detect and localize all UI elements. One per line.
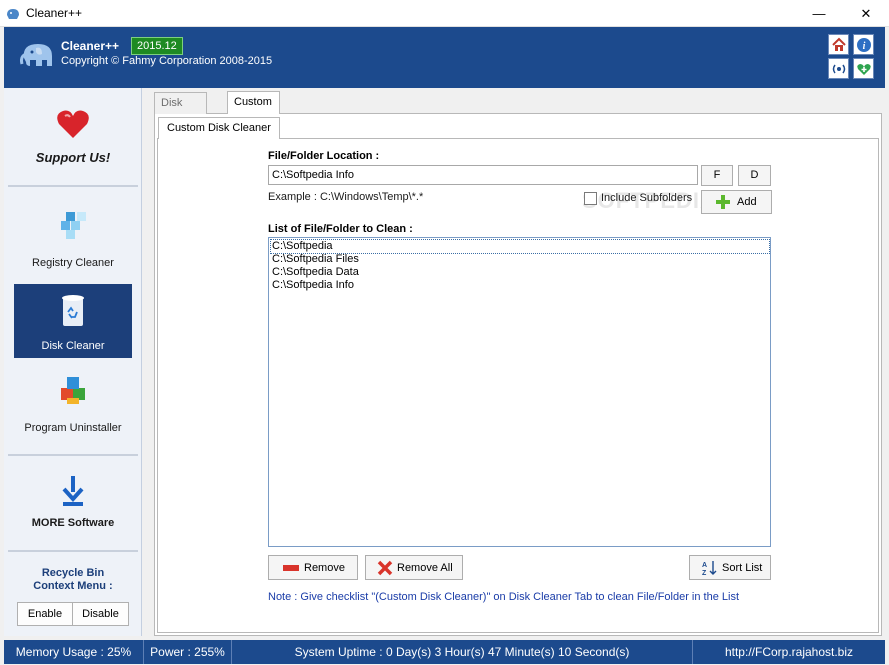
app-name: Cleaner++: [61, 39, 120, 53]
location-input[interactable]: [268, 165, 698, 185]
info-icon: i: [857, 38, 871, 52]
list-item[interactable]: C:\Softpedia: [270, 239, 770, 254]
sidebar-divider: [8, 550, 138, 552]
website-link[interactable]: http://FCorp.rajahost.biz: [693, 640, 885, 664]
system-uptime: System Uptime : 0 Day(s) 3 Hour(s) 47 Mi…: [232, 640, 693, 664]
file-folder-list[interactable]: C:\Softpedia C:\Softpedia Files C:\Softp…: [268, 237, 771, 547]
donate-button[interactable]: [853, 58, 874, 79]
sidebar: Support Us! Registry Cleaner Disk Cleane…: [4, 88, 142, 636]
remove-all-button[interactable]: Remove All: [365, 555, 463, 580]
plus-icon: [716, 195, 730, 209]
browse-file-button[interactable]: F: [701, 165, 733, 186]
close-button[interactable]: ✕: [843, 0, 889, 27]
svg-text:A: A: [702, 562, 707, 569]
support-us-label: Support Us!: [35, 150, 111, 165]
add-label: Add: [737, 196, 757, 208]
sort-list-button[interactable]: A Z Sort List: [689, 555, 771, 580]
nav-program-uninstaller[interactable]: Program Uninstaller: [14, 366, 132, 440]
download-arrow-icon: [62, 476, 84, 506]
sort-list-label: Sort List: [722, 562, 763, 574]
more-software-label: MORE Software: [31, 517, 115, 529]
svg-text:i: i: [863, 41, 866, 52]
sidebar-divider: [8, 454, 138, 456]
tab-disk-cleaner[interactable]: Disk Cleaner: [154, 92, 207, 129]
more-software-button[interactable]: MORE Software: [4, 460, 142, 546]
memory-usage: Memory Usage : 25%: [4, 640, 144, 664]
list-item[interactable]: C:\Softpedia Files: [271, 253, 769, 266]
app-header: Cleaner++ 2015.12 Copyright © Fahmy Corp…: [4, 27, 885, 88]
status-bar: Memory Usage : 25% Power : 255% System U…: [4, 640, 885, 664]
remove-all-label: Remove All: [397, 562, 453, 574]
minimize-button[interactable]: —: [796, 0, 842, 27]
tab-custom-disk-cleaner[interactable]: Custom Disk Cleaner: [158, 117, 280, 139]
uninstaller-cubes-icon: [61, 377, 85, 404]
minus-icon: [283, 565, 299, 571]
home-icon: [832, 37, 846, 51]
title-bar: Cleaner++ — ✕: [0, 0, 889, 27]
nav-label: Disk Cleaner: [41, 340, 105, 352]
browse-folder-button[interactable]: D: [738, 165, 771, 186]
nav-disk-cleaner[interactable]: Disk Cleaner: [14, 284, 132, 358]
version-badge: 2015.12: [131, 37, 183, 55]
registry-cubes-icon: [61, 212, 86, 239]
heart-plus-icon: [857, 64, 871, 75]
home-button[interactable]: [828, 34, 849, 55]
list-item[interactable]: C:\Softpedia Info: [271, 279, 769, 292]
red-x-icon: [377, 560, 393, 576]
update-button[interactable]: [828, 58, 849, 79]
location-label: File/Folder Location :: [268, 150, 380, 162]
enable-button[interactable]: Enable: [17, 602, 73, 626]
context-menu-label: Context Menu :: [33, 580, 113, 592]
example-text: Example : C:\Windows\Temp\*.*: [268, 191, 424, 203]
sort-az-icon: A Z: [702, 561, 717, 576]
recycle-bin-label: Recycle Bin: [41, 567, 105, 579]
support-us-button[interactable]: Support Us!: [4, 88, 142, 184]
elephant-logo-icon: [20, 44, 52, 66]
broadcast-icon: [832, 64, 846, 74]
add-button[interactable]: Add: [701, 190, 772, 214]
heart-icon: [57, 110, 89, 138]
app-icon: [7, 9, 19, 19]
note-text: Note : Give checklist "(Custom Disk Clea…: [268, 591, 740, 603]
copyright-text: Copyright © Fahmy Corporation 2008-2015: [61, 55, 273, 67]
svg-text:Z: Z: [702, 570, 707, 576]
remove-button[interactable]: Remove: [268, 555, 358, 580]
nav-label: Registry Cleaner: [32, 257, 114, 269]
nav-registry-cleaner[interactable]: Registry Cleaner: [14, 201, 132, 275]
list-label: List of File/Folder to Clean :: [268, 223, 413, 235]
power-status: Power : 255%: [144, 640, 232, 664]
include-subfolders-checkbox[interactable]: [584, 192, 597, 205]
window-title: Cleaner++: [26, 6, 83, 20]
nav-label: Program Uninstaller: [24, 422, 122, 434]
include-subfolders-label: Include Subfolders: [601, 192, 693, 204]
info-button[interactable]: i: [853, 34, 874, 55]
remove-label: Remove: [304, 562, 345, 574]
sidebar-divider: [8, 185, 138, 187]
recycle-bin-icon: [62, 295, 84, 326]
tab-custom-cleaner[interactable]: Custom Cleaner: [227, 91, 280, 128]
list-item[interactable]: C:\Softpedia Data: [271, 266, 769, 279]
disable-button[interactable]: Disable: [72, 602, 129, 626]
